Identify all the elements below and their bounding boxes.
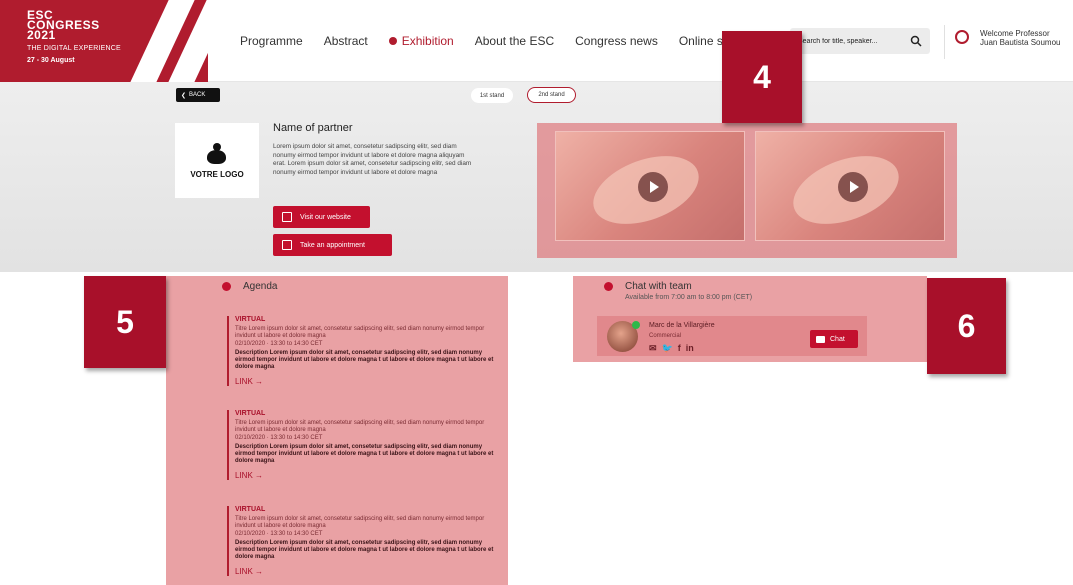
partner-description: Lorem ipsum dolor sit amet, consetetur s… <box>273 143 472 176</box>
facebook-icon[interactable]: f <box>678 343 681 354</box>
video-thumbnail[interactable] <box>755 131 945 241</box>
play-icon[interactable] <box>838 172 868 202</box>
main-nav: Programme Abstract Exhibition About the … <box>240 34 723 48</box>
welcome-user-name: Juan Bautista Soumou <box>980 38 1061 47</box>
chat-button-label: Chat <box>830 335 845 343</box>
tab-second-stand[interactable]: 2nd stand <box>527 87 576 103</box>
bullet-icon <box>604 282 613 291</box>
header-divider <box>944 25 945 59</box>
nav-about[interactable]: About the ESC <box>475 34 554 48</box>
chat-availability: Available from 7:00 am to 8:00 pm (CET) <box>625 294 753 301</box>
active-dot-icon <box>388 37 397 45</box>
chevron-left-icon: ❮ <box>181 92 187 99</box>
social-links: ✉ 🐦 f in <box>649 343 694 354</box>
agenda-item-type: VIRTUAL <box>235 316 266 323</box>
visit-website-button[interactable]: Visit our website <box>273 206 370 228</box>
logo-dates: 27 - 30 August <box>27 57 75 64</box>
user-icon[interactable] <box>955 30 969 44</box>
agenda-item-title: Titre Lorem ipsum dolor sit amet, conset… <box>235 326 485 339</box>
external-link-icon <box>282 212 292 222</box>
bullet-icon <box>222 282 231 291</box>
chat-title-label: Chat with team <box>625 281 692 292</box>
agenda-item-link[interactable]: LINK → <box>235 471 497 480</box>
mail-icon[interactable]: ✉ <box>649 343 657 354</box>
agenda-item-date: 02/10/2020 · 13:30 to 14:30 CET <box>235 435 323 441</box>
chat-bubble-icon <box>816 335 825 343</box>
region-badge-6: 6 <box>927 278 1006 374</box>
nav-online[interactable]: Online s <box>679 34 723 48</box>
agenda-item-description: Description Lorem ipsum dolor sit amet, … <box>235 350 494 370</box>
agenda-item: VIRTUAL Titre Lorem ipsum dolor sit amet… <box>227 410 497 480</box>
appointment-label: Take an appointment <box>300 241 365 249</box>
play-icon[interactable] <box>638 172 668 202</box>
agenda-item-type: VIRTUAL <box>235 410 266 417</box>
agenda-item-title: Titre Lorem ipsum dolor sit amet, conset… <box>235 420 485 433</box>
back-label: BACK <box>189 92 206 98</box>
agenda-item: VIRTUAL Titre Lorem ipsum dolor sit amet… <box>227 506 497 576</box>
region-badge-5: 5 <box>84 276 166 368</box>
partner-name: Name of partner <box>273 122 353 134</box>
agenda-title-label: Agenda <box>243 281 278 292</box>
tab-first-stand[interactable]: 1st stand <box>471 88 513 103</box>
logo-text: ESC CONGRESS 2021 <box>27 9 100 41</box>
nav-abstract[interactable]: Abstract <box>324 34 368 48</box>
nav-programme[interactable]: Programme <box>240 34 303 48</box>
agenda-item-date: 02/10/2020 · 13:30 to 14:30 CET <box>235 341 323 347</box>
twitter-icon[interactable]: 🐦 <box>662 343 673 354</box>
contact-role: Commercial <box>649 333 682 339</box>
welcome-text: Welcome Professor Juan Bautista Soumou <box>980 29 1061 47</box>
agenda-item-description: Description Lorem ipsum dolor sit amet, … <box>235 540 494 560</box>
logo-mark-icon <box>207 142 227 167</box>
search-icon[interactable] <box>910 35 922 47</box>
partner-logo: VOTRE LOGO <box>175 123 259 198</box>
back-button[interactable]: ❮ BACK <box>176 88 220 102</box>
logo-subtitle: THE DIGITAL EXPERIENCE <box>27 45 121 52</box>
video-region-overlay <box>537 123 957 258</box>
agenda-title: Agenda <box>222 281 277 292</box>
congress-logo[interactable]: ESC CONGRESS 2021 THE DIGITAL EXPERIENCE… <box>0 0 208 82</box>
take-appointment-button[interactable]: Take an appointment <box>273 234 392 256</box>
logo-text-label: VOTRE LOGO <box>190 169 244 179</box>
chat-button[interactable]: Chat <box>810 330 858 348</box>
agenda-item-type: VIRTUAL <box>235 506 266 513</box>
video-thumbnail[interactable] <box>555 131 745 241</box>
agenda-item-description: Description Lorem ipsum dolor sit amet, … <box>235 444 494 464</box>
welcome-line1: Welcome Professor <box>980 29 1050 38</box>
region-badge-4: 4 <box>722 31 802 123</box>
visit-website-label: Visit our website <box>300 213 351 221</box>
contact-name: Marc de la Villargière <box>649 322 715 329</box>
nav-exhibition-label: Exhibition <box>401 34 454 48</box>
site-header: ESC CONGRESS 2021 THE DIGITAL EXPERIENCE… <box>0 0 1073 82</box>
nav-exhibition[interactable]: Exhibition <box>388 34 454 48</box>
linkedin-icon[interactable]: in <box>686 343 694 354</box>
chat-title: Chat with team <box>604 281 692 292</box>
search-box <box>790 28 930 54</box>
search-input[interactable] <box>798 37 898 45</box>
nav-congress-news[interactable]: Congress news <box>575 34 658 48</box>
agenda-item-title: Titre Lorem ipsum dolor sit amet, conset… <box>235 516 485 529</box>
agenda-item-link[interactable]: LINK → <box>235 567 497 576</box>
agenda-item-link[interactable]: LINK → <box>235 377 497 386</box>
agenda-item: VIRTUAL Titre Lorem ipsum dolor sit amet… <box>227 316 497 386</box>
agenda-item-date: 02/10/2020 · 13:30 to 14:30 CET <box>235 531 323 537</box>
online-status-icon <box>632 321 640 329</box>
calendar-icon <box>282 240 292 250</box>
